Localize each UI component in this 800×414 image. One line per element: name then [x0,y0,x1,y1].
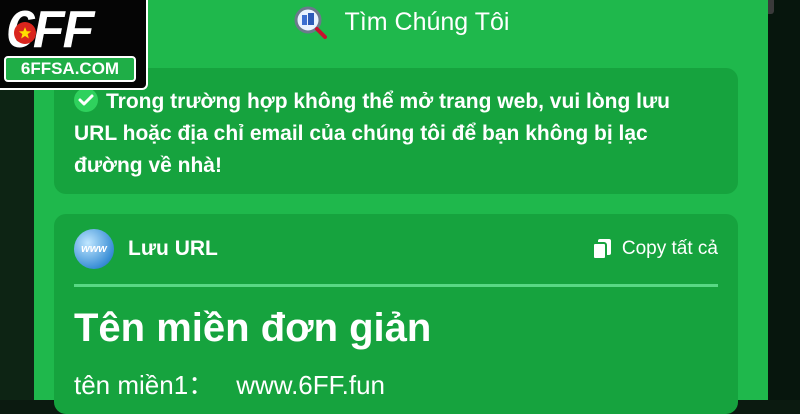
save-url-card: www Lưu URL Copy tất cả Tên miền đơn giả… [54,214,738,414]
globe-www-icon: www [74,229,114,269]
domain-label: tên miền1： [74,370,215,400]
logo-site-url: 6FFSA.COM [4,56,136,82]
vietnam-flag-icon [14,22,36,44]
search-icon [293,5,327,39]
copy-all-label: Copy tất cả [621,238,718,259]
save-url-title: Lưu URL [128,237,218,260]
copy-icon [591,238,612,260]
site-logo[interactable]: 6FF 6FFSA.COM [0,0,148,90]
notice-text: Trong trường hợp không thể mở trang web,… [74,86,718,182]
save-url-header: www Lưu URL Copy tất cả [74,214,718,287]
page-title: Tìm Chúng Tôi [344,7,510,36]
copy-all-button[interactable]: Copy tất cả [591,238,718,260]
panel-header: Tìm Chúng Tôi [184,0,768,44]
domain-url[interactable]: www.6FF.fun [236,370,385,400]
simple-domain-title: Tên miền đơn giản [74,306,432,350]
notice-card: Trong trường hợp không thể mở trang web,… [54,68,738,194]
check-icon [74,88,98,112]
notice-message: Trong trường hợp không thể mở trang web,… [74,90,671,177]
domain-row[interactable]: tên miền1： www.6FF.fun [74,365,718,402]
